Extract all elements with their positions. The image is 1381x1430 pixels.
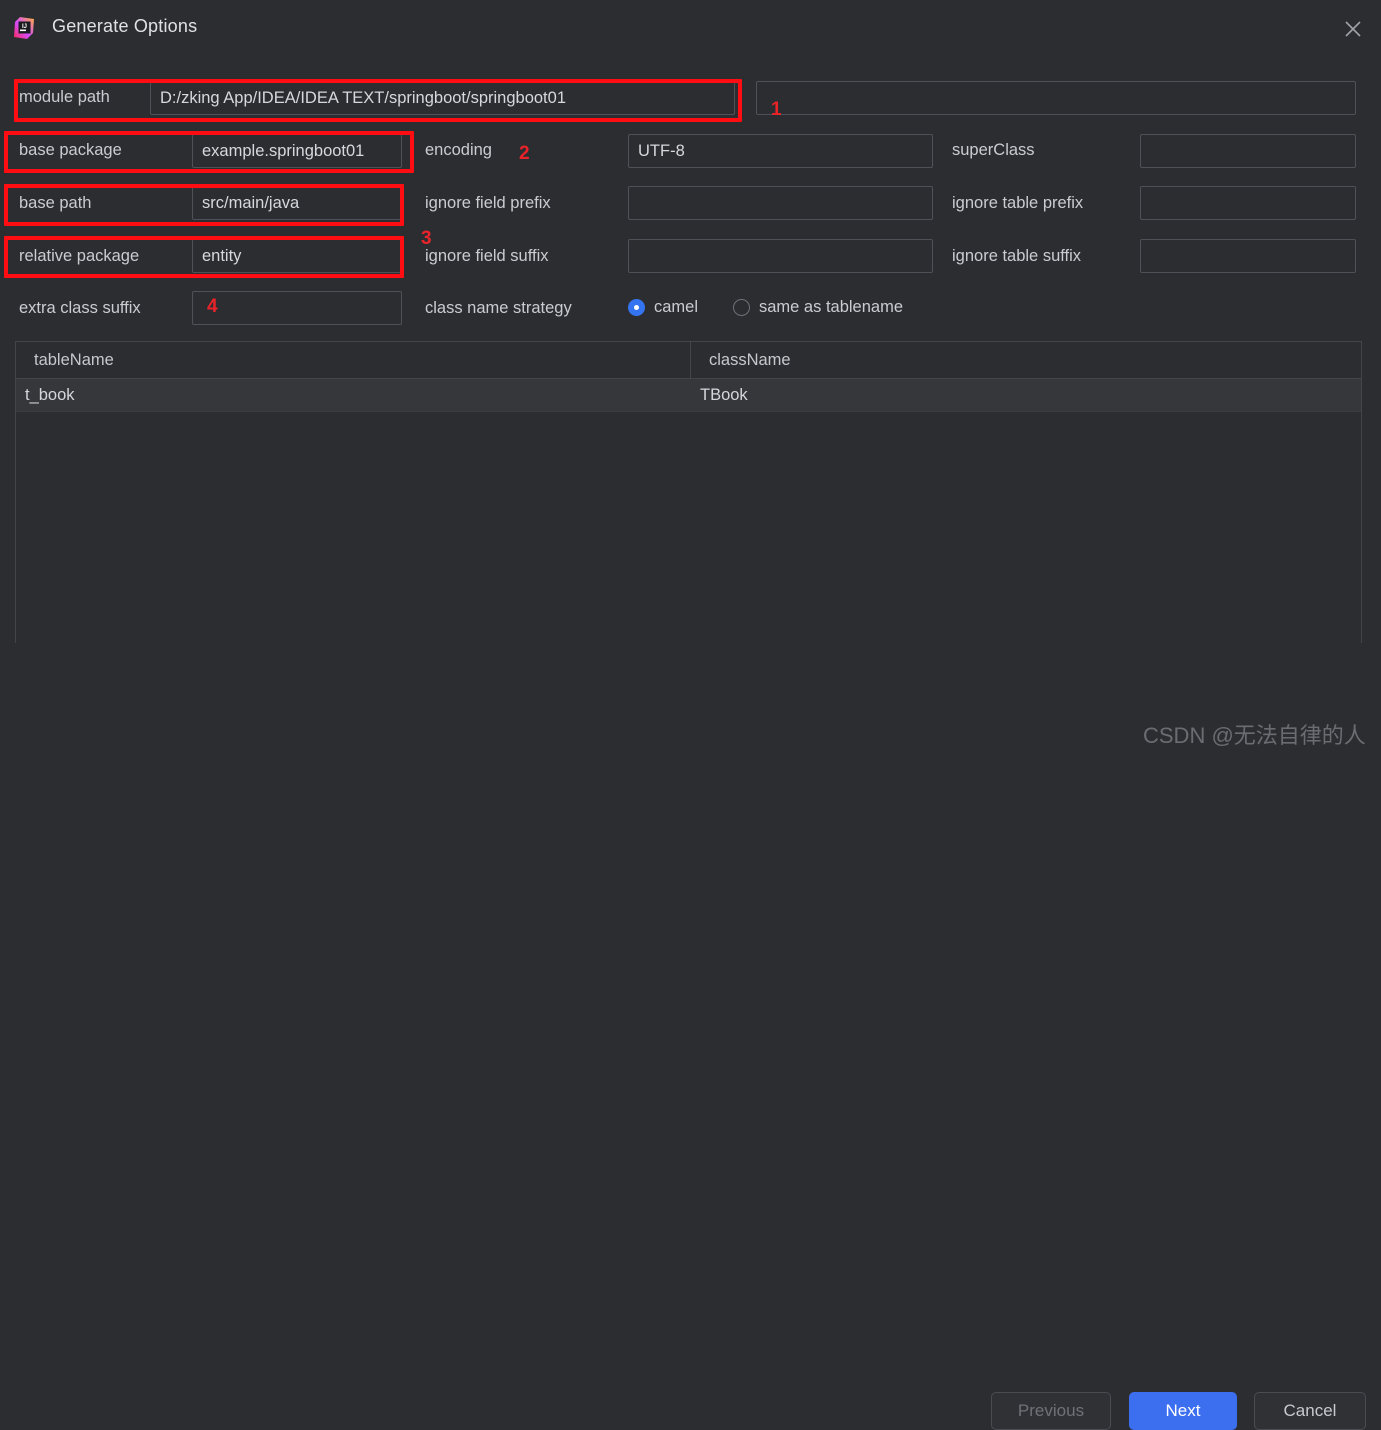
next-button[interactable]: Next (1129, 1392, 1237, 1430)
class-name-strategy-label: class name strategy (425, 299, 572, 317)
extra-class-suffix-label: extra class suffix (19, 299, 141, 317)
svg-text:IJ: IJ (22, 24, 27, 30)
base-path-input[interactable] (192, 186, 402, 220)
extra-class-suffix-input[interactable] (192, 291, 402, 325)
module-path-secondary-input[interactable] (756, 81, 1356, 115)
window-title: Generate Options (52, 16, 198, 36)
super-class-label: superClass (952, 141, 1035, 159)
dialog-footer: Previous Next Cancel (0, 690, 1381, 1430)
ignore-table-prefix-label: ignore table prefix (952, 194, 1084, 212)
radio-same-as-tablename-icon[interactable] (733, 299, 750, 316)
ignore-field-suffix-input[interactable] (628, 239, 933, 273)
ignore-field-suffix-label: ignore field suffix (425, 247, 549, 265)
table-empty-area (16, 412, 1361, 644)
module-path-input[interactable] (150, 81, 735, 115)
relative-package-label: relative package (19, 247, 140, 265)
close-icon[interactable] (1339, 15, 1367, 43)
encoding-label: encoding (425, 141, 492, 159)
cancel-button[interactable]: Cancel (1254, 1392, 1366, 1430)
encoding-input[interactable] (628, 134, 933, 168)
table-header-row: tableName className (16, 342, 1361, 379)
ignore-field-prefix-label: ignore field prefix (425, 194, 551, 212)
ignore-table-prefix-input[interactable] (1140, 186, 1356, 220)
ignore-field-prefix-input[interactable] (628, 186, 933, 220)
super-class-input[interactable] (1140, 134, 1356, 168)
tables-mapping-table: tableName className t_book TBook (15, 341, 1362, 644)
cell-tablename: t_book (25, 385, 75, 404)
radio-option-same-as-tablename[interactable]: same as tablename (733, 298, 903, 317)
previous-button[interactable]: Previous (991, 1392, 1111, 1430)
title-bar: IJ Generate Options (0, 0, 1381, 56)
module-path-label: module path (19, 88, 110, 106)
intellij-idea-icon: IJ (12, 16, 36, 40)
generate-options-form: module path base package encoding superC… (0, 56, 1381, 326)
column-header-tablename[interactable]: tableName (16, 342, 691, 378)
ignore-table-suffix-label: ignore table suffix (952, 247, 1082, 265)
relative-package-input[interactable] (192, 239, 402, 273)
base-package-input[interactable] (192, 134, 402, 168)
ignore-table-suffix-input[interactable] (1140, 239, 1356, 273)
radio-camel-label[interactable]: camel (654, 298, 698, 317)
radio-camel-icon[interactable] (628, 299, 645, 316)
radio-same-as-tablename-label[interactable]: same as tablename (759, 298, 903, 317)
base-package-label: base package (19, 141, 122, 159)
cell-classname: TBook (700, 385, 748, 404)
column-header-classname[interactable]: className (691, 342, 1361, 378)
table-row[interactable]: t_book TBook (16, 379, 1361, 412)
radio-option-camel[interactable]: camel (628, 298, 698, 317)
base-path-label: base path (19, 194, 92, 212)
